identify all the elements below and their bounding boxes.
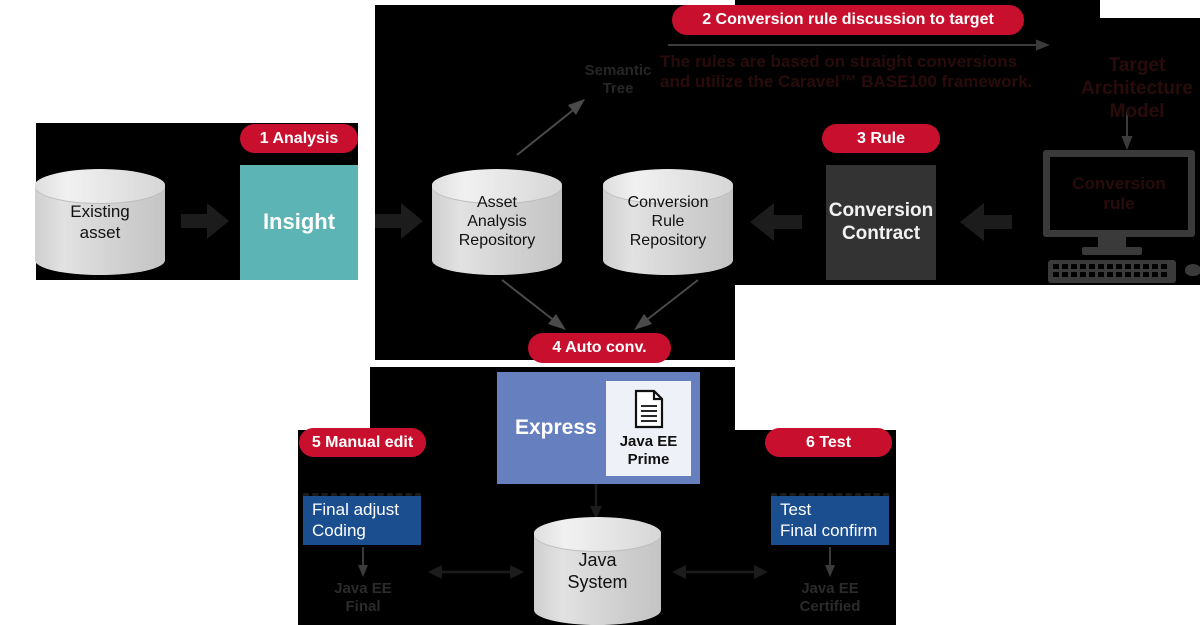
final-adjust-label: Final adjust Coding	[312, 500, 399, 541]
rule-repo-label: Conversion Rule Repository	[628, 194, 709, 251]
arrow-rule-repo-to-auto-conv	[634, 279, 699, 330]
arrow-final-adjust-to-java-ee-final	[358, 547, 368, 577]
arrow-contract-to-rule-repo	[750, 203, 802, 241]
conversion-rule-monitor: Conversion rule	[1030, 150, 1200, 283]
arrow-monitor-to-contract	[960, 203, 1012, 241]
asset-analysis-repository-cylinder: Asset Analysis Repository	[432, 169, 562, 275]
rule-repo-line2: Rule	[651, 213, 685, 231]
conversion-contract-box: Conversion Contract	[826, 165, 936, 280]
badge-3-label: 3 Rule	[856, 129, 905, 147]
test-final-confirm-box: Test Final confirm	[771, 496, 889, 545]
contract-line2: Contract	[841, 222, 921, 244]
insight-box: Insight	[240, 165, 358, 280]
insight-label: Insight	[262, 209, 336, 235]
java-ee-final-line1: Java EE	[334, 580, 392, 597]
prime-line1: Java EE	[619, 432, 678, 450]
conversion-contract-label: Conversion Contract	[829, 200, 934, 246]
conversion-note-line2: and utilize the Caravel™ BASE100 framewo…	[660, 72, 1033, 92]
target-model-line2: Architecture	[1081, 77, 1193, 99]
asset-repo-line3: Repository	[458, 231, 536, 249]
java-ee-certified-line1: Java EE	[801, 580, 859, 597]
contract-line1: Conversion	[828, 199, 934, 221]
semantic-tree-line1: Semantic	[584, 62, 652, 79]
badge-4-auto-conv[interactable]: 4 Auto conv.	[528, 333, 671, 363]
existing-asset-line2: asset	[79, 222, 121, 242]
existing-asset-label: Existing asset	[70, 202, 130, 242]
arrow-asset-repo-to-auto-conv	[501, 279, 566, 330]
arrow-asset-to-insight	[181, 203, 229, 239]
badge-5-manual-edit[interactable]: 5 Manual edit	[299, 428, 426, 457]
semantic-tree-line2: Tree	[602, 80, 634, 97]
monitor-neck	[1098, 237, 1126, 247]
final-adjust-coding-box: Final adjust Coding	[303, 496, 421, 545]
final-adjust-line2: Coding	[312, 520, 366, 540]
keyboard-row-1	[1053, 264, 1167, 269]
arrow-test-to-java-ee-certified	[825, 547, 835, 577]
test-confirm-label: Test Final confirm	[780, 500, 877, 541]
java-ee-final-label: Java EE Final	[313, 580, 413, 616]
test-confirm-line2: Final confirm	[780, 520, 878, 540]
arrow-bidirectional-right	[672, 565, 768, 579]
final-adjust-line1: Final adjust	[312, 500, 399, 520]
mouse-icon	[1185, 264, 1200, 276]
conversion-rule-repository-cylinder: Conversion Rule Repository	[603, 169, 733, 275]
badge-1-label: 1 Analysis	[259, 129, 339, 147]
asset-repo-line1: Asset	[476, 194, 517, 212]
java-system-line1: Java	[578, 550, 617, 571]
semantic-tree-label: Semantic Tree	[553, 62, 683, 98]
existing-asset-line1: Existing	[70, 202, 130, 222]
java-ee-prime-tile: Java EE Prime	[606, 381, 691, 476]
java-ee-final-line2: Final	[345, 598, 381, 615]
target-architecture-model-label: Target Architecture Model	[1062, 55, 1200, 123]
arrow-express-to-java-system	[590, 484, 602, 519]
conversion-note-line1: The rules are based on straight conversi…	[660, 52, 1018, 71]
badge-3-rule[interactable]: 3 Rule	[822, 124, 940, 153]
rule-repo-line1: Conversion	[627, 194, 709, 212]
monitor-line1: Conversion	[1072, 173, 1166, 193]
java-system-cylinder: Java System	[534, 517, 661, 625]
badge-2-conversion-rule[interactable]: 2 Conversion rule discussion to target	[672, 5, 1024, 35]
badge-6-test[interactable]: 6 Test	[765, 428, 892, 457]
prime-line2: Prime	[627, 450, 670, 468]
badge-4-label: 4 Auto conv.	[552, 339, 647, 356]
monitor-screen: Conversion rule	[1043, 150, 1195, 237]
monitor-base	[1082, 247, 1142, 255]
existing-asset-cylinder: Existing asset	[35, 169, 165, 275]
arrow-rule-discussion	[668, 39, 1050, 51]
rule-repo-line3: Repository	[629, 231, 707, 249]
arrow-insight-to-stage2	[375, 203, 423, 239]
express-label: Express	[515, 416, 597, 440]
target-model-line1: Target	[1108, 55, 1166, 76]
target-model-line3: Model	[1109, 100, 1165, 122]
java-ee-certified-label: Java EE Certified	[780, 580, 880, 616]
diagram-canvas: Existing asset Insight 1 Analysis 2 Conv…	[0, 0, 1200, 625]
badge-6-label: 6 Test	[805, 433, 852, 451]
java-system-line2: System	[567, 571, 628, 592]
arrow-repo-to-semantic-tree	[516, 99, 585, 156]
java-system-label: Java System	[567, 550, 627, 592]
badge-2-label: 2 Conversion rule discussion to target	[702, 11, 994, 28]
asset-repo-line2: Analysis	[467, 213, 527, 231]
cylinder-top-ellipse	[35, 169, 165, 203]
arrow-bidirectional-left	[428, 565, 524, 579]
monitor-line2: rule	[1103, 193, 1135, 213]
asset-repo-label: Asset Analysis Repository	[459, 194, 535, 251]
java-ee-prime-label: Java EE Prime	[620, 433, 678, 469]
cylinder-top-ellipse	[534, 517, 661, 551]
badge-1-analysis[interactable]: 1 Analysis	[240, 124, 358, 153]
conversion-note-text: The rules are based on straight conversi…	[660, 52, 1080, 93]
keyboard-row-2	[1053, 272, 1167, 277]
document-icon	[634, 389, 663, 428]
test-confirm-line1: Test	[780, 500, 812, 520]
monitor-screen-text: Conversion rule	[1072, 174, 1166, 213]
badge-5-label: 5 Manual edit	[311, 433, 414, 451]
java-ee-certified-line2: Certified	[799, 598, 861, 615]
